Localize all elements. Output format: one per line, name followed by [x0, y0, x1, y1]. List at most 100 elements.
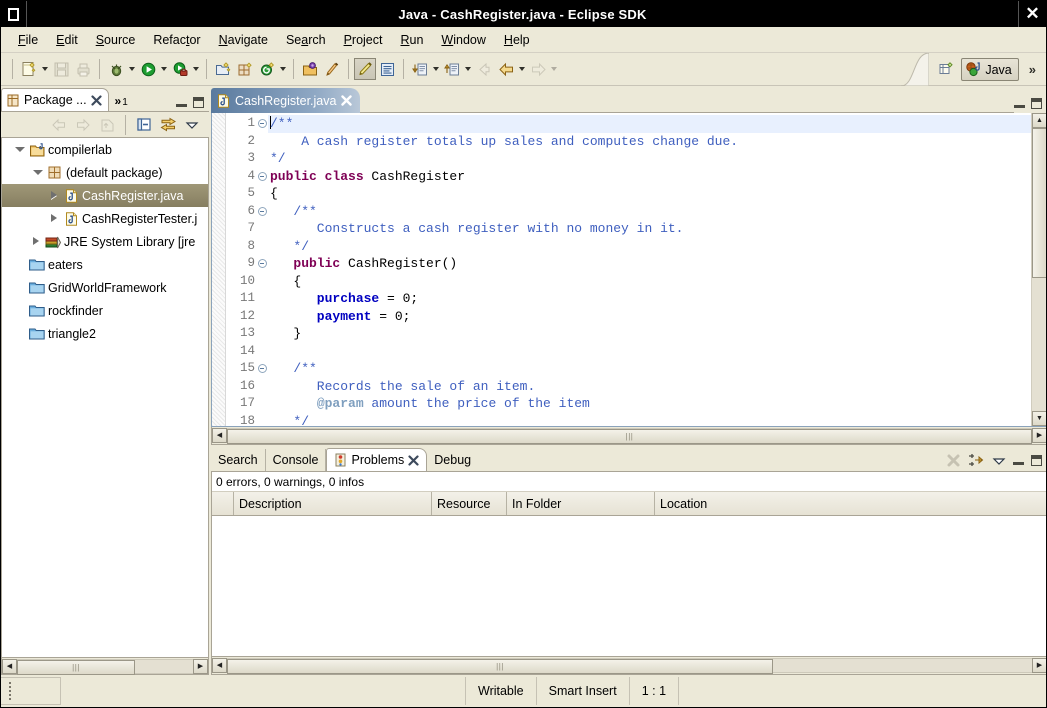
folding-ruler[interactable] — [256, 113, 268, 426]
tab-problems[interactable]: Problems — [326, 448, 427, 471]
menu-file[interactable]: File — [9, 30, 47, 50]
forward-dropdown[interactable] — [549, 58, 559, 80]
back-nav-button[interactable] — [48, 115, 70, 135]
package-explorer-overflow[interactable]: » 1 — [109, 94, 134, 111]
tab-search[interactable]: Search — [211, 449, 266, 471]
menu-window[interactable]: Window — [432, 30, 494, 50]
run-dropdown[interactable] — [159, 58, 169, 80]
new-wizard-button[interactable] — [18, 58, 40, 80]
last-edit-location-button[interactable] — [473, 58, 495, 80]
next-annotation-button[interactable] — [409, 58, 431, 80]
scroll-up-button[interactable]: ▲ — [1032, 113, 1047, 128]
maximize-view-button[interactable] — [1031, 455, 1042, 466]
close-icon[interactable] — [91, 95, 102, 106]
previous-annotation-button[interactable] — [441, 58, 463, 80]
tree-item-eaters[interactable]: eaters — [2, 253, 208, 276]
code-line[interactable]: } — [268, 325, 1031, 343]
menu-search[interactable]: Search — [277, 30, 335, 50]
forward-nav-button[interactable] — [72, 115, 94, 135]
scroll-left-button[interactable]: ◀ — [212, 658, 227, 673]
menu-help[interactable]: Help — [495, 30, 539, 50]
code-line[interactable]: */ — [268, 413, 1031, 427]
maximize-view-button[interactable] — [193, 97, 204, 108]
editor-body[interactable]: 1 2 3 4 5 6 7 8 9 10 11 12 13 14 — [211, 113, 1047, 427]
tab-debug[interactable]: Debug — [427, 449, 478, 471]
code-line[interactable]: payment = 0; — [268, 308, 1031, 326]
previous-annotation-dropdown[interactable] — [463, 58, 473, 80]
debug-dropdown[interactable] — [127, 58, 137, 80]
window-close-button[interactable]: ✕ — [1018, 1, 1046, 27]
back-dropdown[interactable] — [517, 58, 527, 80]
scroll-thumb[interactable] — [1032, 128, 1047, 278]
annotation-ruler[interactable] — [212, 113, 226, 426]
package-explorer-hscrollbar[interactable]: ◀ ||| ▶ — [1, 658, 209, 675]
tree-item-triangle2[interactable]: triangle2 — [2, 322, 208, 345]
column-header-location[interactable]: Location — [655, 492, 1047, 515]
external-tools-dropdown[interactable] — [191, 58, 201, 80]
toolbar-overflow-chevron[interactable]: » — [1023, 62, 1042, 77]
menu-navigate[interactable]: Navigate — [210, 30, 277, 50]
problems-table-rows[interactable] — [212, 516, 1047, 656]
debug-button[interactable] — [105, 58, 127, 80]
code-line[interactable]: { — [268, 273, 1031, 291]
code-line[interactable]: */ — [268, 150, 1031, 168]
menu-run[interactable]: Run — [391, 30, 432, 50]
code-line[interactable]: { — [268, 185, 1031, 203]
new-wizard-dropdown[interactable] — [40, 58, 50, 80]
close-icon[interactable] — [408, 455, 419, 466]
tab-console[interactable]: Console — [266, 449, 327, 471]
tab-cashregister-java[interactable]: CashRegister.java — [211, 88, 360, 113]
system-menu-button[interactable] — [1, 1, 27, 27]
link-with-editor-button[interactable] — [157, 115, 179, 135]
new-package-button[interactable] — [234, 58, 256, 80]
minimize-editor-button[interactable] — [1014, 99, 1025, 108]
filters-icon[interactable] — [968, 453, 985, 468]
maximize-editor-button[interactable] — [1031, 98, 1042, 109]
delete-x-icon[interactable] — [946, 453, 961, 468]
code-line[interactable]: public CashRegister() — [268, 255, 1031, 273]
minimize-view-button[interactable] — [176, 98, 187, 107]
twisty-collapsed-icon[interactable] — [46, 211, 62, 227]
scroll-track[interactable]: ||| — [227, 428, 1032, 443]
column-header-icon[interactable] — [212, 492, 234, 515]
tree-item-rockfinder[interactable]: rockfinder — [2, 299, 208, 322]
scroll-right-button[interactable]: ▶ — [193, 659, 208, 674]
fold-collapse-icon[interactable] — [258, 172, 267, 181]
fold-collapse-icon[interactable] — [258, 119, 267, 128]
scroll-track[interactable]: ||| — [227, 658, 1032, 673]
code-line[interactable]: /** — [268, 360, 1031, 378]
perspective-java-button[interactable]: Java — [961, 58, 1018, 81]
view-menu-button[interactable] — [181, 115, 203, 135]
tree-item-gridworldframework[interactable]: GridWorldFramework — [2, 276, 208, 299]
external-tools-button[interactable] — [169, 58, 191, 80]
forward-button[interactable] — [527, 58, 549, 80]
minimize-view-button[interactable] — [1013, 456, 1024, 465]
new-class-dropdown[interactable] — [278, 58, 288, 80]
show-source-quick-button[interactable] — [376, 58, 398, 80]
menu-project[interactable]: Project — [335, 30, 392, 50]
scroll-down-button[interactable]: ▼ — [1032, 411, 1047, 426]
search-button[interactable] — [321, 58, 343, 80]
twisty-expanded-icon[interactable] — [30, 165, 46, 181]
column-header-description[interactable]: Description — [234, 492, 432, 515]
package-explorer-tree[interactable]: compilerlab (default package) — [1, 137, 209, 658]
tab-package-explorer[interactable]: Package ... — [1, 88, 109, 111]
menu-refactor[interactable]: Refactor — [144, 30, 209, 50]
code-line[interactable]: Constructs a cash register with no money… — [268, 220, 1031, 238]
code-line[interactable]: A cash register totals up sales and comp… — [268, 133, 1031, 151]
back-button[interactable] — [495, 58, 517, 80]
close-icon[interactable] — [341, 95, 352, 106]
tree-item-compilerlab[interactable]: compilerlab — [2, 138, 208, 161]
fold-collapse-icon[interactable] — [258, 207, 267, 216]
print-button[interactable] — [72, 58, 94, 80]
twisty-expanded-icon[interactable] — [12, 142, 28, 158]
chevron-down-icon[interactable] — [992, 456, 1006, 466]
tree-item-default-package[interactable]: (default package) — [2, 161, 208, 184]
code-line[interactable]: public class CashRegister — [268, 168, 1031, 186]
problems-hscrollbar[interactable]: ◀ ||| ▶ — [211, 657, 1047, 675]
scroll-right-button[interactable]: ▶ — [1032, 428, 1047, 443]
column-header-resource[interactable]: Resource — [432, 492, 507, 515]
save-button[interactable] — [50, 58, 72, 80]
tree-item-cashregister-java[interactable]: CashRegister.java — [2, 184, 208, 207]
scroll-thumb[interactable]: ||| — [227, 429, 1032, 444]
